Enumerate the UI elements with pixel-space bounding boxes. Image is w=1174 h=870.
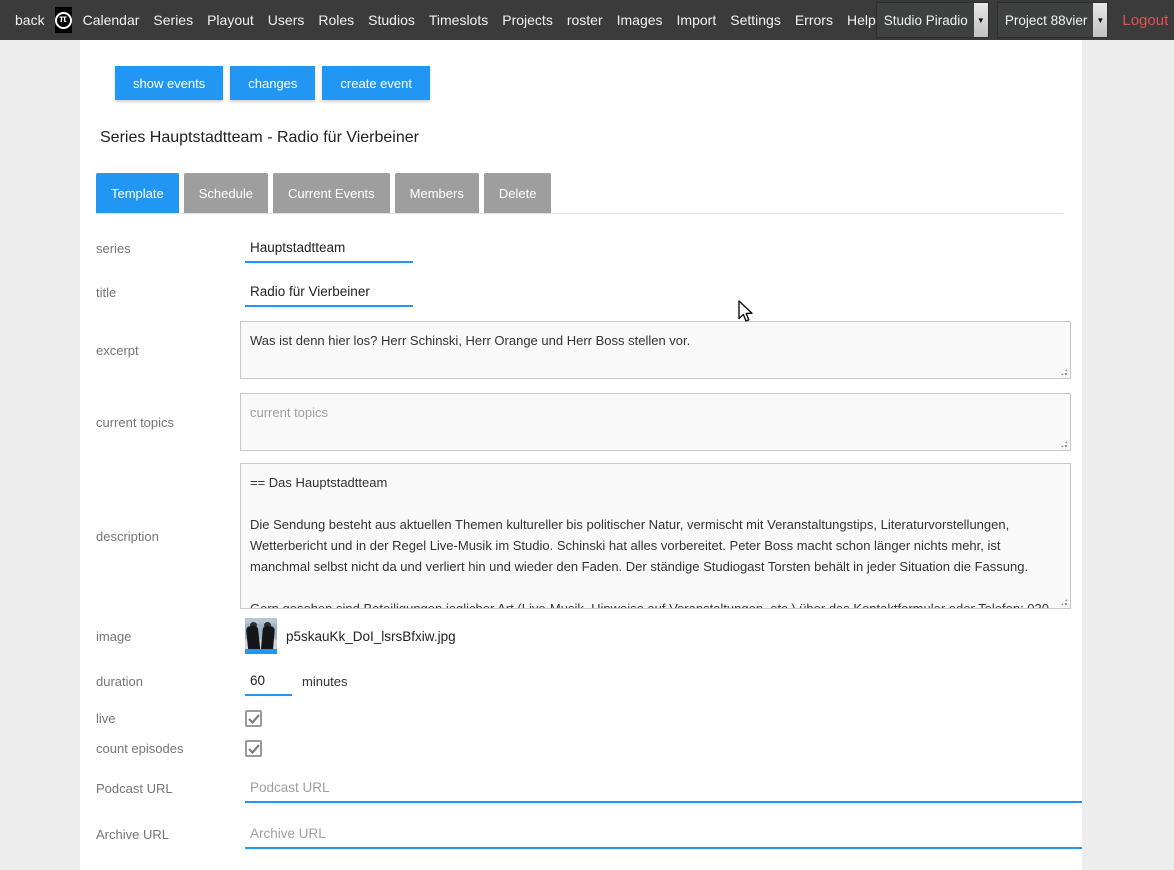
- duration-input[interactable]: [245, 666, 292, 696]
- changes-button[interactable]: changes: [230, 66, 315, 100]
- podcast-url-row: Podcast URL: [96, 773, 1082, 803]
- image-label: image: [96, 629, 240, 644]
- title-row: title: [96, 277, 1082, 307]
- logout-link[interactable]: Logout: [1122, 12, 1168, 29]
- series-label: series: [96, 241, 240, 256]
- excerpt-row: excerpt Was ist denn hier los? Herr Schi…: [96, 321, 1082, 379]
- archive-url-row: Archive URL: [96, 819, 1082, 849]
- template-form: series title excerpt Was ist denn hier l…: [96, 233, 1082, 849]
- tab-delete[interactable]: Delete: [484, 173, 552, 213]
- nav-item-roster[interactable]: roster: [567, 12, 603, 28]
- project-select[interactable]: Project 88vier ▼: [997, 2, 1109, 38]
- excerpt-textarea[interactable]: Was ist denn hier los? Herr Schinski, He…: [240, 321, 1071, 379]
- nav-item-import[interactable]: Import: [677, 12, 717, 28]
- count-episodes-row: count episodes: [96, 740, 1082, 757]
- back-link[interactable]: back: [15, 12, 45, 28]
- create-event-button[interactable]: create event: [322, 66, 430, 100]
- image-row: image p5skauKk_DoI_lsrsBfxiw.jpg: [96, 618, 1082, 654]
- current-topics-row: current topics: [96, 393, 1082, 451]
- live-checkbox[interactable]: [245, 710, 262, 727]
- series-input[interactable]: [245, 233, 413, 263]
- live-label: live: [96, 711, 240, 726]
- action-buttons: show events changes create event: [115, 66, 1082, 100]
- nav-item-calendar[interactable]: Calendar: [83, 12, 140, 28]
- series-row: series: [96, 233, 1082, 263]
- tab-current-events[interactable]: Current Events: [273, 173, 390, 213]
- nav-item-images[interactable]: Images: [617, 12, 663, 28]
- description-textarea[interactable]: == Das Hauptstadtteam Die Sendung besteh…: [240, 463, 1071, 609]
- nav-item-timeslots[interactable]: Timeslots: [429, 12, 488, 28]
- nav-item-projects[interactable]: Projects: [502, 12, 553, 28]
- count-episodes-checkbox[interactable]: [245, 740, 262, 757]
- tab-bar: Template Schedule Current Events Members…: [96, 173, 1063, 214]
- chevron-down-icon: ▼: [1093, 3, 1107, 37]
- podcast-url-label: Podcast URL: [96, 781, 240, 796]
- archive-url-label: Archive URL: [96, 827, 240, 842]
- current-topics-textarea[interactable]: [240, 393, 1071, 451]
- page-title: Series Hauptstadtteam - Radio für Vierbe…: [100, 129, 1082, 147]
- piradio-logo-icon[interactable]: π: [55, 7, 72, 33]
- count-episodes-label: count episodes: [96, 741, 240, 756]
- content-card: show events changes create event Series …: [80, 40, 1082, 870]
- nav-item-playout[interactable]: Playout: [207, 12, 254, 28]
- top-navbar: back π Calendar Series Playout Users Rol…: [0, 0, 1174, 40]
- live-row: live: [96, 710, 1082, 727]
- nav-item-studios[interactable]: Studios: [368, 12, 415, 28]
- archive-url-input[interactable]: [245, 819, 1082, 849]
- duration-unit: minutes: [302, 674, 348, 689]
- image-filename[interactable]: p5skauKk_DoI_lsrsBfxiw.jpg: [286, 629, 456, 644]
- current-topics-label: current topics: [96, 415, 240, 430]
- duration-row: duration minutes: [96, 666, 1082, 696]
- chevron-down-icon: ▼: [974, 3, 988, 37]
- nav-item-users[interactable]: Users: [268, 12, 305, 28]
- nav-item-errors[interactable]: Errors: [795, 12, 833, 28]
- duration-label: duration: [96, 674, 240, 689]
- description-row: description == Das Hauptstadtteam Die Se…: [96, 463, 1082, 609]
- nav-item-help[interactable]: Help: [847, 12, 876, 28]
- tab-schedule[interactable]: Schedule: [184, 173, 268, 213]
- studio-select[interactable]: Studio Piradio ▼: [876, 2, 989, 38]
- title-input[interactable]: [245, 277, 413, 307]
- show-events-button[interactable]: show events: [115, 66, 223, 100]
- tab-template[interactable]: Template: [96, 173, 179, 213]
- nav-item-settings[interactable]: Settings: [730, 12, 781, 28]
- nav-item-series[interactable]: Series: [153, 12, 193, 28]
- description-label: description: [96, 529, 240, 544]
- excerpt-label: excerpt: [96, 343, 240, 358]
- nav-item-roles[interactable]: Roles: [318, 12, 354, 28]
- nav-menu: Calendar Series Playout Users Roles Stud…: [83, 12, 876, 28]
- series-image-thumbnail[interactable]: [245, 618, 277, 654]
- podcast-url-input[interactable]: [245, 773, 1082, 803]
- tab-members[interactable]: Members: [395, 173, 479, 213]
- title-label: title: [96, 285, 240, 300]
